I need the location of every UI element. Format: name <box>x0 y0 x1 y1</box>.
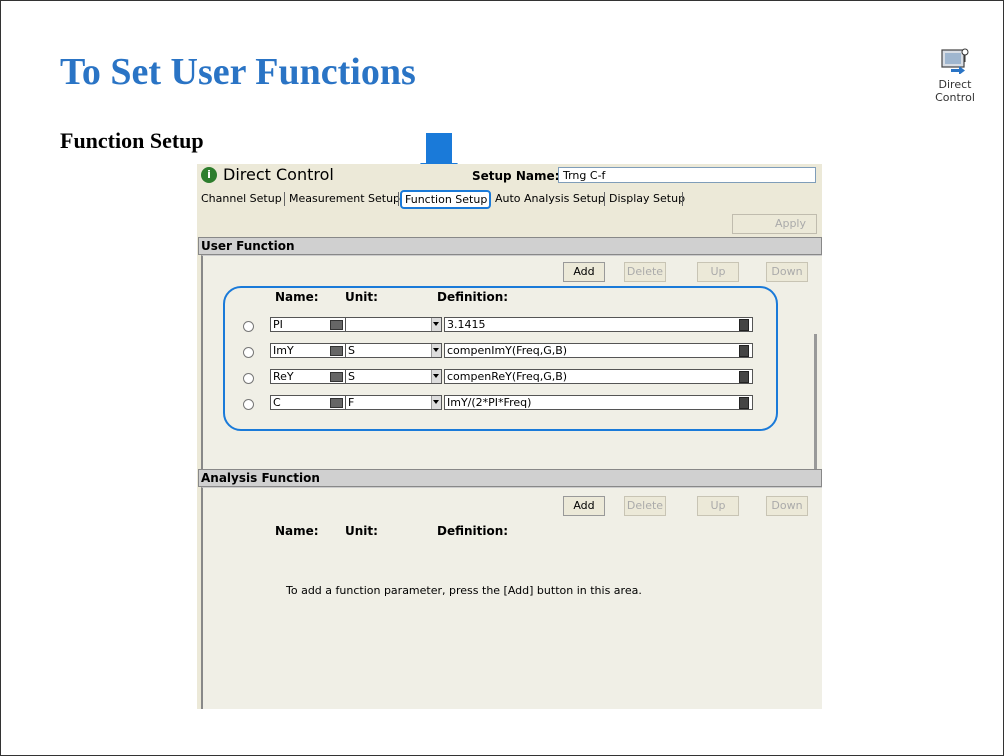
analysis-hint-text: To add a function parameter, press the [… <box>286 584 642 597</box>
analysis-add-button[interactable]: Add <box>563 496 605 516</box>
slide-title: To Set User Functions <box>60 51 416 93</box>
user-function-header: User Function <box>198 237 822 255</box>
direct-control-label-2: Control <box>935 91 975 104</box>
user-down-button[interactable]: Down <box>766 262 808 282</box>
window-titlebar: i Direct Control Setup Name: Trng C-f <box>197 164 822 186</box>
analysis-up-button[interactable]: Up <box>697 496 739 516</box>
slide-subtitle: Function Setup <box>60 128 204 153</box>
user-add-button[interactable]: Add <box>563 262 605 282</box>
analysis-function-header: Analysis Function <box>198 469 822 487</box>
tab-separator <box>284 192 285 206</box>
analysis-function-panel <box>201 487 822 709</box>
user-delete-button[interactable]: Delete <box>624 262 666 282</box>
tab-separator <box>398 192 399 206</box>
tab-bar: Channel Setup Measurement Setup <box>197 188 822 210</box>
direct-control-shortcut[interactable]: Direct Control <box>925 48 985 104</box>
tab-function-setup-label: Function Setup <box>405 193 488 206</box>
user-function-scroll-edge <box>814 334 817 473</box>
setup-name-input[interactable]: Trng C-f <box>558 167 816 183</box>
tab-measurement-setup[interactable]: Measurement Setup <box>289 191 400 207</box>
tab-channel-setup[interactable]: Channel Setup <box>201 191 282 207</box>
info-icon: i <box>201 167 217 183</box>
analysis-col-definition: Definition: <box>437 524 509 538</box>
direct-control-window: i Direct Control Setup Name: Trng C-f Ch… <box>197 164 822 709</box>
analysis-delete-button[interactable]: Delete <box>624 496 666 516</box>
analysis-col-unit: Unit: <box>345 524 378 538</box>
apply-button[interactable]: Apply <box>732 214 817 234</box>
setup-name-label: Setup Name: <box>472 169 560 183</box>
analysis-down-button[interactable]: Down <box>766 496 808 516</box>
tab-function-setup[interactable]: Function Setup <box>400 190 491 209</box>
user-function-highlight <box>223 286 778 431</box>
direct-control-icon <box>941 48 969 75</box>
direct-control-label-1: Direct <box>938 78 972 91</box>
user-up-button[interactable]: Up <box>697 262 739 282</box>
analysis-col-name: Name: <box>275 524 319 538</box>
window-title: Direct Control <box>223 165 334 184</box>
